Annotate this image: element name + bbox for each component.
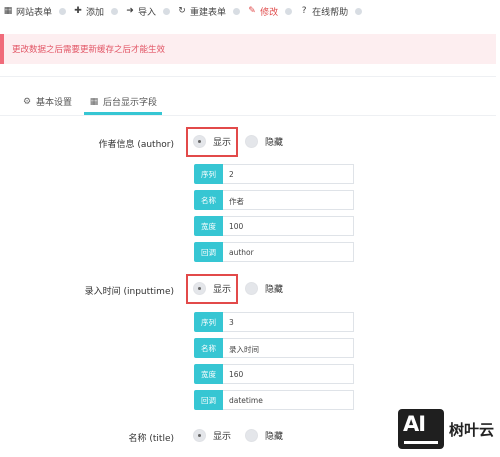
title-show-label: 显示	[213, 432, 232, 442]
field-label-title: 名称 (title)	[128, 434, 174, 444]
author-visibility-radio-group: 显示 隐藏	[193, 135, 297, 148]
callback-addon: 回调	[194, 242, 223, 262]
toolbar-add-label: 添加	[86, 7, 105, 18]
order-addon: 序列	[194, 164, 223, 184]
toolbar-separator	[111, 7, 119, 15]
toolbar: ▦ 网站表单 ✚ 添加 ➜ 导入 ↻ 重建表单 ✎ 修改 ? 在线帮助	[0, 0, 500, 22]
name-addon: 名称	[194, 190, 223, 210]
toolbar-site-forms[interactable]: ▦ 网站表单	[0, 5, 55, 18]
logo-mark: AI	[398, 409, 444, 449]
inputtime-name-input[interactable]: 录入时间	[223, 338, 354, 358]
toolbar-separator	[163, 7, 171, 15]
table-icon: ▦	[3, 6, 13, 16]
inputtime-width-input[interactable]: 160	[223, 364, 354, 384]
plus-icon: ✚	[74, 6, 82, 16]
watermark-text: 树叶云	[449, 420, 495, 439]
logo-letters: AI	[403, 412, 426, 436]
inputtime-width-row: 宽度 160	[194, 364, 354, 384]
inputtime-hide-label: 隐藏	[265, 285, 284, 295]
toolbar-import[interactable]: ➜ 导入	[122, 5, 159, 18]
active-tab-indicator	[84, 112, 162, 115]
author-order-row: 序列 2	[194, 164, 354, 184]
toolbar-separator	[59, 7, 67, 15]
title-hide-label: 隐藏	[265, 432, 284, 442]
toolbar-edit[interactable]: ✎ 修改	[244, 5, 281, 18]
toolbar-separator	[285, 7, 293, 15]
inputtime-show-radio[interactable]	[193, 282, 206, 295]
title-hide-radio[interactable]	[245, 429, 259, 442]
inputtime-callback-row: 回调 datetime	[194, 390, 354, 410]
order-addon: 序列	[194, 312, 223, 332]
title-visibility-radio-group: 显示 隐藏	[193, 429, 297, 442]
question-circle-icon: ?	[301, 6, 307, 16]
toolbar-add[interactable]: ✚ 添加	[70, 5, 107, 18]
toolbar-site-forms-label: 网站表单	[16, 7, 53, 18]
width-addon: 宽度	[194, 216, 223, 236]
inputtime-name-row: 名称 录入时间	[194, 338, 354, 358]
author-hide-label: 隐藏	[265, 138, 284, 148]
toolbar-edit-label: 修改	[260, 7, 279, 18]
inputtime-callback-input[interactable]: datetime	[223, 390, 354, 410]
author-show-radio[interactable]	[193, 135, 206, 148]
inputtime-visibility-radio-group: 显示 隐藏	[193, 282, 297, 295]
author-name-row: 名称 作者	[194, 190, 354, 210]
width-addon: 宽度	[194, 364, 223, 384]
inputtime-hide-radio[interactable]	[245, 282, 259, 295]
author-callback-row: 回调 author	[194, 242, 354, 262]
watermark-logo: AI 树叶云	[394, 402, 498, 456]
toolbar-help-label: 在线帮助	[312, 7, 349, 18]
field-label-inputtime: 录入时间 (inputtime)	[84, 287, 174, 297]
author-callback-input[interactable]: author	[223, 242, 354, 262]
author-show-label: 显示	[213, 138, 232, 148]
author-order-input[interactable]: 2	[223, 164, 354, 184]
author-width-input[interactable]: 100	[223, 216, 354, 236]
edit-icon: ✎	[248, 6, 256, 16]
table-icon: ▦	[89, 96, 99, 107]
tab-bar: ⚙ 基本设置 ▦ 后台显示字段	[0, 77, 496, 116]
toolbar-import-label: 导入	[138, 7, 157, 18]
toolbar-separator	[233, 7, 241, 15]
inputtime-order-input[interactable]: 3	[223, 312, 354, 332]
inputtime-show-label: 显示	[213, 285, 232, 295]
tab-display-fields[interactable]: ▦ 后台显示字段	[89, 95, 158, 109]
tab-display-fields-label: 后台显示字段	[103, 98, 158, 108]
toolbar-help[interactable]: ? 在线帮助	[296, 5, 351, 18]
settings-panel: ⚙ 基本设置 ▦ 后台显示字段 作者信息 (author) 显示 隐藏 序列 2…	[0, 76, 496, 457]
refresh-icon: ↻	[178, 6, 186, 16]
cache-notice: 更改数据之后需要更新缓存之后才能生效	[0, 34, 496, 64]
callback-addon: 回调	[194, 390, 223, 410]
inputtime-order-row: 序列 3	[194, 312, 354, 332]
name-addon: 名称	[194, 338, 223, 358]
sign-in-icon: ➜	[126, 6, 134, 16]
field-label-author: 作者信息 (author)	[98, 140, 174, 150]
toolbar-separator	[355, 7, 363, 15]
tab-basic-settings[interactable]: ⚙ 基本设置	[22, 95, 73, 109]
author-name-input[interactable]: 作者	[223, 190, 354, 210]
logo-underline	[404, 435, 438, 444]
author-hide-radio[interactable]	[245, 135, 259, 148]
toolbar-rebuild-label: 重建表单	[190, 7, 227, 18]
gear-icon: ⚙	[22, 96, 32, 107]
toolbar-rebuild[interactable]: ↻ 重建表单	[174, 5, 229, 18]
tab-basic-settings-label: 基本设置	[36, 98, 73, 108]
title-show-radio[interactable]	[193, 429, 206, 442]
author-width-row: 宽度 100	[194, 216, 354, 236]
